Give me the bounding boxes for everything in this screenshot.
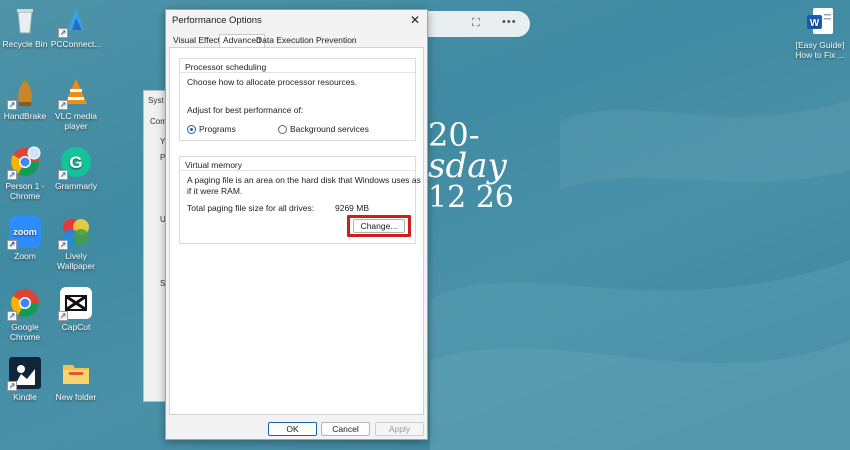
folder-icon: [60, 357, 92, 389]
desktop-icon-label: Person 1 -: [5, 181, 45, 191]
desktop-icon-label: PCConnect...: [50, 39, 102, 49]
clock-line-3: 12 26: [428, 180, 514, 215]
advanced-tab-panel: Processor scheduling Choose how to alloc…: [169, 47, 424, 415]
desktop-icon-label-2: Wallpaper: [57, 261, 95, 271]
word-doc-icon: W: [804, 5, 836, 37]
desktop-icon-label-2: player: [64, 121, 88, 131]
desktop-icon-label: [Easy Guide]: [795, 40, 845, 50]
desktop-icon-grammarly[interactable]: G ↗ Grammarly: [50, 146, 102, 191]
more-icon[interactable]: •••: [502, 16, 517, 28]
virtual-memory-heading: Virtual memory: [185, 160, 242, 170]
programs-radio[interactable]: [187, 125, 196, 134]
group-divider: [180, 170, 415, 171]
desktop-icon-label: Zoom: [14, 251, 36, 261]
processor-scheduling-heading: Processor scheduling: [185, 62, 267, 72]
cancel-button[interactable]: Cancel: [321, 422, 370, 436]
kindle-icon: ↗: [7, 357, 41, 391]
desktop-icon-google-chrome[interactable]: ↗ Google Chrome: [0, 287, 51, 342]
tab-visual-effects[interactable]: Visual Effects: [173, 35, 224, 45]
shortcut-arrow-icon: ↗: [7, 311, 17, 321]
recycle-bin-icon: [9, 4, 41, 36]
svg-text:G: G: [69, 153, 82, 172]
shortcut-arrow-icon: ↗: [7, 170, 17, 180]
processor-scheduling-group: Processor scheduling Choose how to alloc…: [179, 58, 416, 141]
desktop-icon-person-chrome[interactable]: ↗ Person 1 - Chrome: [0, 146, 51, 201]
processor-description: Choose how to allocate processor resourc…: [187, 77, 358, 87]
desktop-icon-label: Google: [11, 322, 39, 332]
programs-radio-label[interactable]: Programs: [199, 124, 236, 134]
grammarly-icon: G ↗: [58, 146, 92, 180]
desktop-icon-label: Grammarly: [54, 181, 98, 191]
desktop-icon-label: HandBrake: [3, 111, 47, 121]
desktop-icon-label: New folder: [55, 392, 97, 402]
desktop-icon-label: Lively: [65, 251, 87, 261]
background-services-radio[interactable]: [278, 125, 287, 134]
bg-window-title: Syst: [148, 96, 164, 105]
desktop-icon-handbrake[interactable]: ↗ HandBrake: [0, 76, 51, 121]
ok-button[interactable]: OK: [268, 422, 317, 436]
shortcut-arrow-icon: ↗: [58, 28, 68, 38]
handbrake-icon: ↗: [7, 76, 41, 110]
tab-data-execution-prevention[interactable]: Data Execution Prevention: [256, 35, 357, 45]
pc-connect-icon: ↗: [58, 4, 92, 38]
focus-icon[interactable]: ⛶: [472, 17, 480, 30]
total-paging-label: Total paging file size for all drives:: [187, 203, 315, 213]
desktop-icon-label: Recycle Bin: [2, 39, 48, 49]
shortcut-arrow-icon: ↗: [58, 170, 68, 180]
total-paging-value: 9269 MB: [335, 203, 370, 213]
desktop-icon-label: CapCut: [61, 322, 91, 332]
close-icon[interactable]: ✕: [410, 13, 420, 27]
chrome-icon: ↗: [7, 287, 41, 321]
change-button[interactable]: Change...: [353, 219, 405, 233]
desktop-icon-new-folder[interactable]: New folder: [50, 357, 102, 402]
desktop-icon-recycle-bin[interactable]: Recycle Bin: [0, 4, 51, 49]
svg-text:W: W: [810, 18, 820, 29]
desktop-icon-word-doc[interactable]: W [Easy Guide] How to Fix ...: [792, 5, 848, 60]
group-divider: [180, 72, 415, 73]
virtual-memory-description-1: A paging file is an area on the hard dis…: [187, 175, 421, 185]
desktop-icon-label-2: Chrome: [9, 332, 41, 342]
shortcut-arrow-icon: ↗: [7, 100, 17, 110]
zoom-icon: zoom ↗: [7, 216, 41, 250]
apply-button[interactable]: Apply: [375, 422, 424, 436]
lively-icon: ↗: [58, 216, 92, 250]
shortcut-arrow-icon: ↗: [7, 240, 17, 250]
desktop-icon-capcut[interactable]: ↗ CapCut: [50, 287, 102, 332]
desktop-icon-zoom[interactable]: zoom ↗ Zoom: [0, 216, 51, 261]
performance-options-dialog: Performance Options ✕ Visual Effects Adv…: [165, 9, 428, 440]
desktop-icon-label-2: How to Fix ...: [795, 50, 845, 60]
desktop-icon-label-2: Chrome: [9, 191, 41, 201]
chrome-person-icon: ↗: [7, 146, 41, 180]
background-services-radio-label[interactable]: Background services: [290, 124, 369, 134]
zoom-icon-text: zoom: [13, 227, 37, 237]
shortcut-arrow-icon: ↗: [58, 311, 68, 321]
desktop-icon-vlc[interactable]: ↗ VLC media player: [50, 76, 102, 131]
dialog-title: Performance Options: [172, 15, 262, 26]
shortcut-arrow-icon: ↗: [58, 100, 68, 110]
desktop-icon-label: Kindle: [13, 392, 37, 402]
virtual-memory-group: Virtual memory A paging file is an area …: [179, 156, 421, 244]
vlc-icon: ↗: [58, 76, 92, 110]
adjust-label: Adjust for best performance of:: [187, 105, 304, 115]
shortcut-arrow-icon: ↗: [58, 240, 68, 250]
dialog-title-bar[interactable]: Performance Options ✕: [166, 10, 427, 32]
desktop-icon-label: VLC media: [54, 111, 98, 121]
desktop-icon-lively[interactable]: ↗ Lively Wallpaper: [50, 216, 102, 271]
shortcut-arrow-icon: ↗: [7, 381, 17, 391]
capcut-icon: ↗: [58, 287, 92, 321]
desktop-icon-pcconnect[interactable]: ↗ PCConnect...: [50, 4, 102, 49]
desktop-icon-kindle[interactable]: ↗ Kindle: [0, 357, 51, 402]
virtual-memory-description-2: if it were RAM.: [187, 186, 243, 196]
